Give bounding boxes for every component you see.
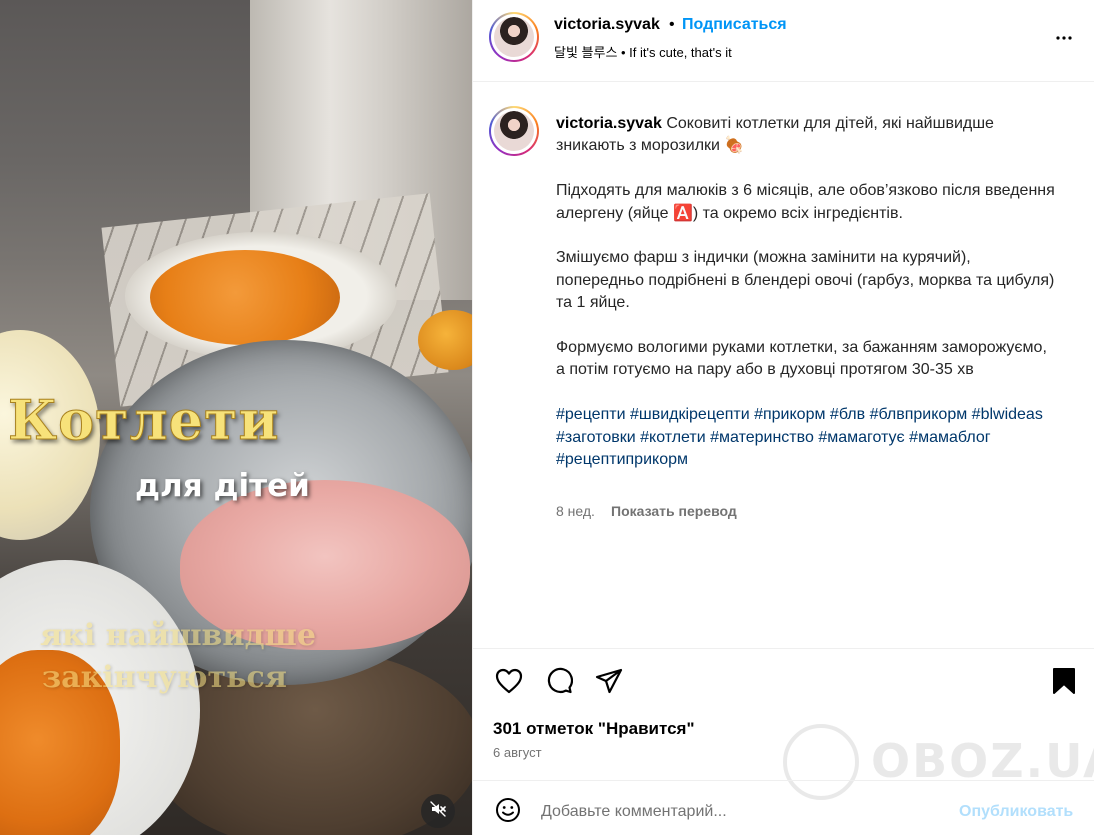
heart-icon: [495, 668, 523, 699]
grated-pumpkin: [150, 250, 340, 345]
save-button[interactable]: [1047, 666, 1081, 700]
overlay-subtitle: для дітей: [135, 468, 310, 504]
likes-count[interactable]: 301 отметок "Нравится": [493, 719, 695, 739]
show-translation-button[interactable]: Показать перевод: [611, 503, 737, 519]
emoji-icon: [495, 797, 521, 828]
comment-input[interactable]: [541, 801, 941, 823]
hashtag-link[interactable]: #мамаготує: [818, 429, 904, 446]
caption-paragraph-2: Підходять для малюків з 6 місяців, але о…: [556, 182, 1055, 222]
post-media[interactable]: Котлети для дітей які найшвидше закінчую…: [0, 0, 472, 835]
hashtag-link[interactable]: #прикорм: [754, 406, 825, 423]
comment-bar: Опубликовать: [473, 780, 1094, 835]
post-panel: victoria.syvak • Подписаться 달빛 블루스 • If…: [472, 0, 1094, 835]
comment-button[interactable]: [542, 666, 576, 700]
author-username[interactable]: victoria.syvak: [554, 16, 660, 34]
overlay-line-2: закінчуються: [42, 660, 287, 695]
hashtag-link[interactable]: #заготовки: [556, 429, 636, 446]
overlay-title: Котлети: [8, 388, 280, 453]
separator-dot: •: [669, 16, 675, 33]
caption-avatar[interactable]: [489, 106, 539, 156]
emoji-button[interactable]: [493, 797, 523, 827]
post-date[interactable]: 6 август: [493, 745, 542, 760]
hashtag-link[interactable]: #мамаблог: [909, 429, 990, 446]
bookmark-icon: [1052, 667, 1076, 700]
overlay-line-1: які найшвидше: [40, 618, 316, 653]
hashtag-link[interactable]: #blwideas: [972, 406, 1043, 423]
caption-paragraph-3: Змішуємо фарш з індички (можна замінити …: [556, 249, 1055, 312]
caption-age[interactable]: 8 нед.: [556, 503, 595, 519]
more-horizontal-icon: [1052, 26, 1076, 55]
hashtag-link[interactable]: #котлети: [640, 429, 706, 446]
share-button[interactable]: [592, 666, 626, 700]
share-icon: [595, 668, 623, 699]
follow-button[interactable]: Подписаться: [682, 16, 787, 34]
post-header: victoria.syvak • Подписаться 달빛 블루스 • If…: [473, 0, 1094, 82]
caption-paragraph-4: Формуємо вологими руками котлетки, за ба…: [556, 339, 1047, 379]
hashtag-link[interactable]: #блвприкорм: [870, 406, 968, 423]
like-button[interactable]: [492, 666, 526, 700]
author-avatar[interactable]: [489, 12, 539, 62]
hashtag-link[interactable]: #швидкірецепти: [630, 406, 750, 423]
caption-text: victoria.syvak Соковиті котлетки для діт…: [556, 113, 1056, 471]
hashtag-link[interactable]: #рецептиприкорм: [556, 451, 688, 468]
caption-username[interactable]: victoria.syvak: [556, 115, 662, 132]
hashtag-link[interactable]: #рецепти: [556, 406, 626, 423]
hashtag-list: #рецепти #швидкірецепти #прикорм #блв #б…: [556, 404, 1056, 471]
speaker-muted-icon: [430, 800, 446, 822]
post-actions: 301 отметок "Нравится" 6 август: [473, 648, 1094, 768]
more-options-button[interactable]: [1048, 24, 1080, 56]
hashtag-link[interactable]: #материнство: [710, 429, 814, 446]
mute-button[interactable]: [421, 794, 455, 828]
comment-icon: [545, 667, 573, 700]
audio-subtitle[interactable]: 달빛 블루스 • If it's cute, that's it: [554, 42, 732, 61]
hashtag-link[interactable]: #блв: [830, 406, 865, 423]
publish-button[interactable]: Опубликовать: [959, 803, 1073, 821]
